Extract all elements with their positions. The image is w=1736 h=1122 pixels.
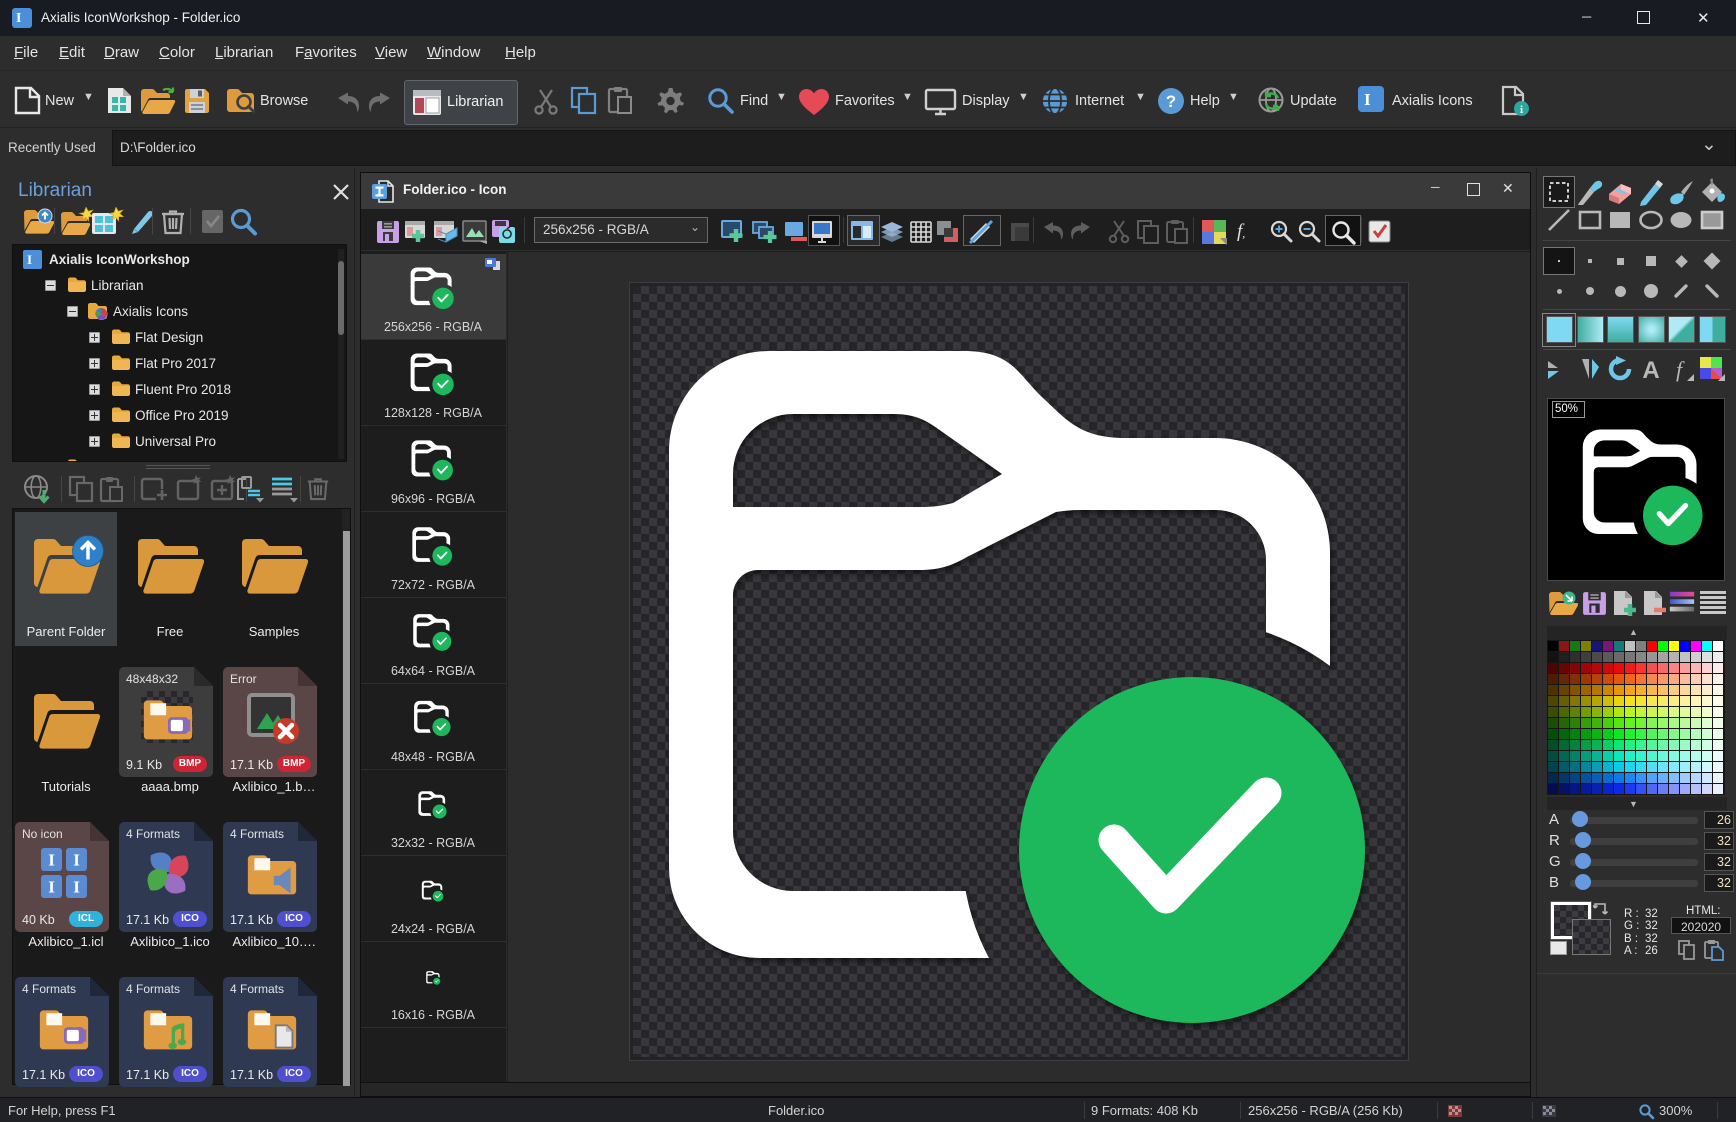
svg-text:I: I xyxy=(48,851,55,870)
svg-text:i: i xyxy=(1520,104,1523,116)
svg-text:I: I xyxy=(48,878,55,897)
svg-text:I: I xyxy=(73,851,80,870)
svg-text:f: f xyxy=(1676,357,1685,382)
svg-text:I: I xyxy=(73,878,80,897)
svg-text:A: A xyxy=(1642,357,1659,383)
svg-text:?: ? xyxy=(1166,92,1176,111)
